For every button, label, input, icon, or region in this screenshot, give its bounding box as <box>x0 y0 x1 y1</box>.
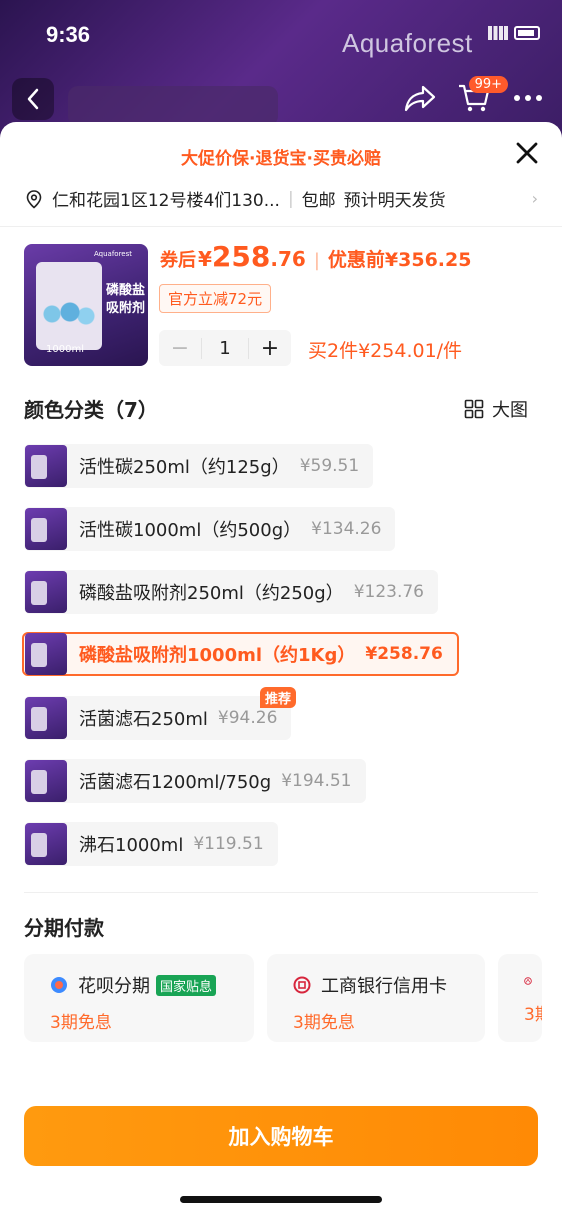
divider: | <box>313 250 320 271</box>
delivery-estimate: 预计明天发货 <box>343 191 446 211</box>
variant-thumbnail <box>25 697 67 739</box>
variant-price: ¥134.26 <box>311 519 382 539</box>
sku-selection-sheet: 大促价保·退货宝·买贵必赔 仁和花园1区12号楼4们130... | 包邮 预计… <box>0 122 562 1217</box>
variant-name: 活性碳1000ml（约500g） <box>79 520 302 541</box>
price-integer: 258 <box>211 240 271 273</box>
variant-thumbnail <box>25 823 67 865</box>
home-indicator <box>180 1196 382 1203</box>
more-icon <box>514 95 542 101</box>
big-view-toggle[interactable]: 大图 <box>464 396 528 422</box>
variant-option[interactable]: 活菌滤石1200ml/750g ¥194.51 <box>24 759 366 803</box>
icbc-icon <box>293 976 311 994</box>
back-button[interactable] <box>12 78 54 120</box>
more-button[interactable] <box>508 78 548 118</box>
variant-name: 活菌滤石250ml <box>79 709 208 730</box>
price-line: 券后 ¥ 258 .76 | 优惠前 ¥356.25 <box>160 240 471 273</box>
variant-option-selected[interactable]: 磷酸盐吸附剂1000ml（约1Kg） ¥258.76 <box>22 632 459 676</box>
huabei-icon <box>51 977 67 993</box>
variant-option[interactable]: 活菌滤石250ml ¥94.26 <box>24 696 292 740</box>
before-discount-price: ¥356.25 <box>384 249 472 271</box>
variant-thumbnail <box>25 445 67 487</box>
variant-price: ¥258.76 <box>365 644 443 664</box>
variant-option[interactable]: 沸石1000ml ¥119.51 <box>24 822 278 866</box>
variants-title: 颜色分类（7） <box>24 398 158 422</box>
chevron-left-icon <box>27 88 39 110</box>
quantity-value[interactable]: 1 <box>201 337 249 359</box>
variant-name: 沸石1000ml <box>79 835 184 856</box>
status-time: 9:36 <box>46 22 91 47</box>
battery-icon <box>514 26 540 40</box>
thumb-title-line1: 磷酸盐 <box>106 283 146 298</box>
recommend-badge: 推荐 <box>260 687 297 708</box>
variant-name: 磷酸盐吸附剂1000ml（约1Kg） <box>79 645 356 666</box>
installment-option-huabei[interactable]: 花呗分期 国家贴息 3期免息 <box>24 954 254 1042</box>
address-text: 仁和花园1区12号楼4们130... <box>52 191 280 211</box>
signal-icon <box>488 26 508 40</box>
subsidy-tag: 国家贴息 <box>156 974 217 996</box>
shipping-text: 包邮 <box>301 191 336 211</box>
variant-thumbnail <box>25 633 67 675</box>
installment-option-icbc[interactable]: 工商银行信用卡 3期免息 <box>267 954 485 1042</box>
variant-price: ¥119.51 <box>193 834 264 854</box>
thumb-title: 磷酸盐 吸附剂 <box>106 282 145 318</box>
grid-icon <box>464 399 484 419</box>
top-actions: 99+ <box>400 76 548 118</box>
currency-symbol: ¥ <box>198 247 212 271</box>
variant-price: ¥94.26 <box>217 708 278 728</box>
variant-name: 活菌滤石1200ml/750g <box>79 772 272 793</box>
bank-icon <box>524 977 532 985</box>
variant-option[interactable]: 磷酸盐吸附剂250ml（约250g） ¥123.76 <box>24 570 438 614</box>
address-row[interactable]: 仁和花园1区12号楼4们130... | 包邮 预计明天发货 › <box>24 186 538 211</box>
installment-terms: 3期 <box>524 1005 542 1025</box>
before-discount-label: 优惠前 <box>327 249 385 271</box>
variant-option[interactable]: 活性碳250ml（约125g） ¥59.51 <box>24 444 374 488</box>
installment-terms: 3期免息 <box>50 1013 112 1033</box>
variant-price: ¥59.51 <box>299 456 360 476</box>
bulk-offer: 买2件¥254.01/件 <box>308 340 463 362</box>
close-button[interactable] <box>512 138 542 168</box>
variant-name: 磷酸盐吸附剂250ml（约250g） <box>79 583 344 604</box>
brand-logo: Aquaforest <box>342 28 473 58</box>
thumb-volume: 1000ml <box>46 344 84 355</box>
cart-button[interactable]: 99+ <box>454 76 508 118</box>
background-product-image <box>68 86 278 126</box>
chevron-right-icon: › <box>531 189 538 208</box>
status-icons <box>470 22 540 44</box>
quantity-stepper: − 1 + <box>159 330 291 366</box>
variant-thumbnail <box>25 571 67 613</box>
close-icon <box>516 142 538 164</box>
price-decimal: .76 <box>270 247 306 271</box>
installment-name: 工商银行信用卡 <box>321 976 447 997</box>
divider <box>24 892 538 893</box>
variant-thumbnail <box>25 760 67 802</box>
variant-price: ¥194.51 <box>281 771 352 791</box>
big-view-label: 大图 <box>492 400 528 421</box>
variant-price: ¥123.76 <box>353 582 424 602</box>
increase-button[interactable]: + <box>249 336 291 361</box>
installment-name: 花呗分期 <box>78 976 150 997</box>
divider: | <box>287 188 294 209</box>
promo-banner: 大促价保·退货宝·买贵必赔 <box>181 149 381 169</box>
after-coupon-label: 券后 <box>160 250 196 271</box>
decrease-button[interactable]: − <box>159 336 201 361</box>
thumb-logo: Aquaforest <box>94 250 133 258</box>
thumb-title-line2: 吸附剂 <box>106 301 146 316</box>
share-icon <box>404 85 436 112</box>
coupon-tag: 官方立减72元 <box>159 284 272 313</box>
variant-option[interactable]: 活性碳1000ml（约500g） ¥134.26 <box>24 507 396 551</box>
product-thumbnail[interactable]: Aquaforest 磷酸盐吸附剂 1000ml <box>24 244 148 366</box>
cart-count-badge: 99+ <box>468 76 508 93</box>
product-media-image <box>42 298 96 332</box>
installment-option-partial[interactable]: 3期 <box>498 954 542 1042</box>
variant-name: 活性碳250ml（约125g） <box>79 457 290 478</box>
variant-thumbnail <box>25 508 67 550</box>
share-button[interactable] <box>400 78 440 118</box>
divider <box>0 226 562 227</box>
installment-terms: 3期免息 <box>293 1013 355 1033</box>
add-to-cart-button[interactable]: 加入购物车 <box>24 1106 538 1166</box>
installment-title: 分期付款 <box>24 916 104 940</box>
location-pin-icon <box>26 189 42 209</box>
